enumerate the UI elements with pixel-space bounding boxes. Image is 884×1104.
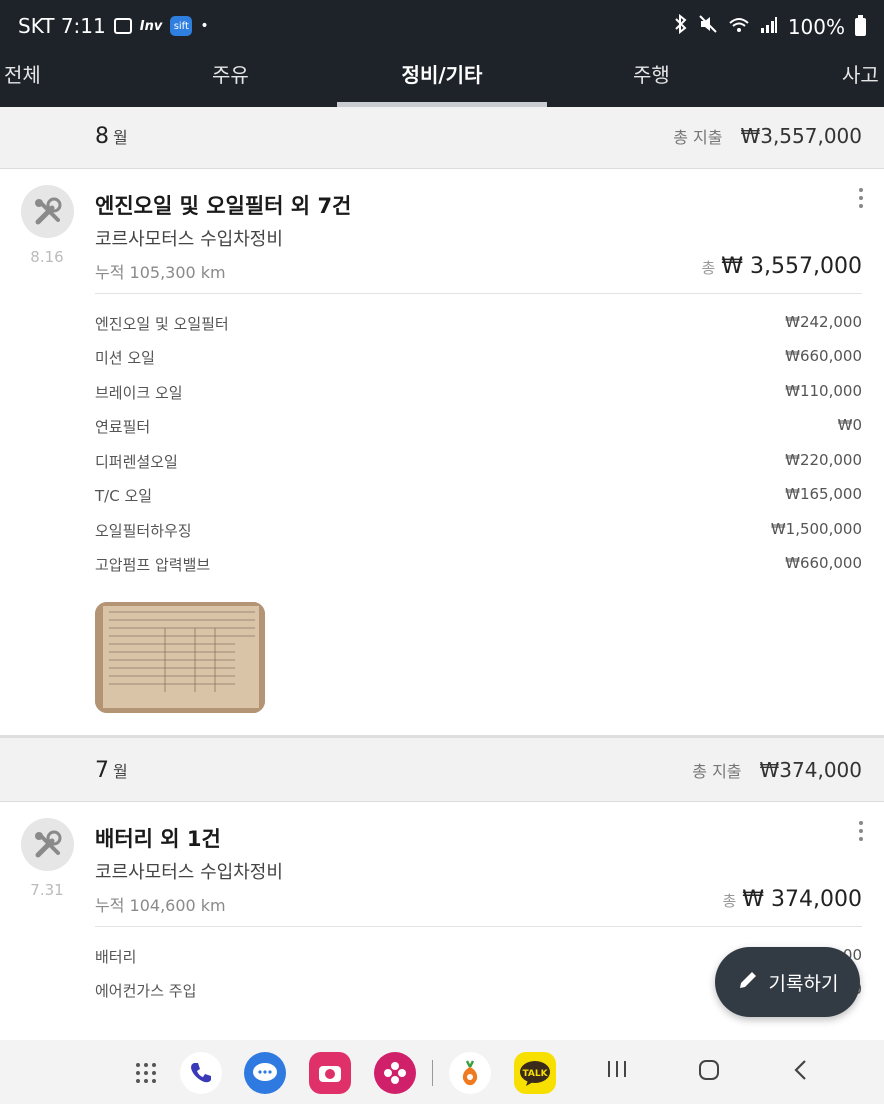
month-number: 7 (95, 758, 109, 783)
line-item: 오일필터하우징 ₩1,500,000 (95, 520, 862, 540)
line-item: 미션 오일 ₩660,000 (95, 347, 862, 367)
camera-app-icon[interactable] (309, 1052, 351, 1094)
more-options-icon[interactable] (858, 188, 864, 208)
app-notification-icon: sift (170, 16, 193, 36)
record-odometer: 누적 105,300 km (95, 263, 226, 282)
messages-app-icon[interactable] (244, 1052, 286, 1094)
gallery-notification-icon (113, 18, 132, 34)
back-icon[interactable] (792, 1058, 810, 1088)
category-tabs: 전체 주유 정비/기타 주행 사고 (0, 52, 884, 107)
tab-maintenance[interactable]: 정비/기타 (337, 52, 547, 107)
tab-fuel[interactable]: 주유 (212, 52, 249, 107)
phone-app-icon[interactable] (180, 1052, 222, 1094)
inv-notification-icon: Inv (139, 18, 163, 34)
record-shop: 코르사모터스 수입차정비 (95, 862, 283, 883)
more-notifications-dot: • (200, 18, 209, 34)
wrench-icon (21, 818, 74, 871)
talk-label: TALK (522, 1069, 548, 1079)
month-header-july: 7월 총 지출 ₩374,000 (0, 738, 884, 802)
app-drawer-icon[interactable] (125, 1052, 167, 1094)
line-item: 고압펌프 압력밸브 ₩660,000 (95, 554, 862, 574)
line-item: 디퍼렌셜오일 ₩220,000 (95, 451, 862, 471)
receipt-photo-thumbnail[interactable] (95, 602, 265, 713)
add-record-button[interactable]: 기록하기 (715, 947, 860, 1017)
month-header-august: 8월 총 지출 ₩3,557,000 (0, 107, 884, 169)
tab-accident[interactable]: 사고 (842, 52, 879, 107)
kakaotalk-app-icon[interactable]: TALK (514, 1052, 556, 1094)
month-unit: 월 (113, 762, 128, 781)
signal-icon (760, 15, 778, 39)
bluetooth-icon (674, 13, 688, 39)
record-divider (95, 293, 862, 294)
wrench-icon (21, 185, 74, 238)
line-item: 엔진오일 및 오일필터 ₩242,000 (95, 313, 862, 333)
month-total-amount: ₩374,000 (759, 758, 862, 782)
record-sum-label: 총 (722, 892, 737, 910)
system-nav-bar: TALK (0, 1040, 884, 1104)
tab-driving[interactable]: 주행 (633, 52, 670, 107)
month-total-amount: ₩3,557,000 (740, 124, 862, 148)
pencil-icon (737, 969, 759, 996)
record-shop: 코르사모터스 수입차정비 (95, 229, 283, 250)
gallery-app-icon[interactable] (374, 1052, 416, 1094)
mute-icon (698, 14, 718, 39)
record-date: 7.31 (30, 881, 64, 899)
recent-apps-icon[interactable] (606, 1058, 628, 1086)
wifi-icon (728, 15, 750, 39)
add-record-label: 기록하기 (768, 972, 839, 995)
carrier-time: SKT 7:11 (18, 14, 106, 38)
status-bar: SKT 7:11 Inv sift • 100% (0, 0, 884, 52)
line-item: 연료필터 ₩0 (95, 416, 862, 436)
record-card-august[interactable]: 8.16 엔진오일 및 오일필터 외 7건 코르사모터스 수입차정비 누적 10… (0, 170, 884, 735)
line-item: 브레이크 오일 ₩110,000 (95, 382, 862, 402)
record-title: 배터리 외 1건 (95, 827, 221, 851)
record-sum: ₩ 3,557,000 (721, 254, 862, 279)
month-unit: 월 (113, 128, 128, 147)
carrot-app-icon[interactable] (449, 1052, 491, 1094)
battery-icon (855, 14, 866, 36)
record-sum-label: 총 (701, 259, 716, 277)
record-sum: ₩ 374,000 (742, 887, 862, 912)
record-odometer: 누적 104,600 km (95, 896, 226, 915)
dock-divider (432, 1060, 433, 1086)
record-title: 엔진오일 및 오일필터 외 7건 (95, 194, 352, 218)
month-number: 8 (95, 124, 109, 149)
line-item: T/C 오일 ₩165,000 (95, 485, 862, 505)
record-divider (95, 926, 862, 927)
month-total-label: 총 지출 (673, 128, 723, 147)
more-options-icon[interactable] (858, 821, 864, 841)
home-icon[interactable] (697, 1058, 721, 1088)
tab-all[interactable]: 전체 (4, 52, 41, 107)
battery-percent: 100% (787, 14, 845, 39)
record-date: 8.16 (30, 248, 64, 266)
month-total-label: 총 지출 (692, 762, 742, 781)
